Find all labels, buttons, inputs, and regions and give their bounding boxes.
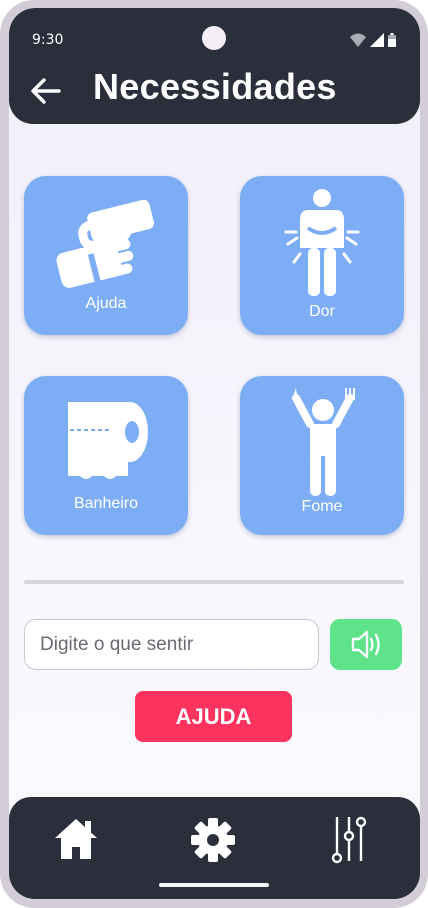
camera-cutout bbox=[202, 26, 226, 50]
screen: 9:30 Necessidades Ajuda Dor Banheiro Fom… bbox=[9, 8, 420, 899]
tile-label-ajuda: Ajuda bbox=[85, 295, 127, 312]
tile-label-banheiro: Banheiro bbox=[73, 495, 139, 512]
arrow-left-icon[interactable] bbox=[29, 74, 63, 108]
divider bbox=[24, 580, 404, 584]
tile-fome[interactable]: Fome bbox=[240, 376, 404, 535]
status-icons bbox=[350, 33, 396, 47]
status-time: 9:30 bbox=[32, 32, 64, 48]
speaker-icon bbox=[351, 630, 380, 659]
tile-ajuda[interactable]: Ajuda bbox=[24, 176, 188, 335]
nav-home[interactable] bbox=[47, 811, 107, 865]
gear-icon bbox=[191, 818, 235, 862]
tile-banheiro[interactable]: Banheiro bbox=[24, 376, 188, 535]
feeling-input[interactable] bbox=[24, 619, 319, 670]
pain-person-icon bbox=[284, 189, 360, 296]
gesture-bar[interactable] bbox=[159, 883, 269, 887]
handshake-icon bbox=[56, 200, 154, 288]
signal-icon bbox=[370, 33, 384, 47]
tile-label-fome: Fome bbox=[301, 498, 343, 515]
app-bar: 9:30 Necessidades bbox=[9, 8, 420, 124]
nav-adjustments[interactable] bbox=[319, 811, 379, 865]
home-icon bbox=[55, 819, 97, 859]
tile-dor[interactable]: Dor bbox=[240, 176, 404, 335]
bottom-nav bbox=[9, 797, 420, 899]
page-title: Necessidades bbox=[93, 66, 337, 107]
speak-button[interactable] bbox=[330, 619, 402, 670]
phone-frame: 9:30 Necessidades Ajuda Dor Banheiro Fom… bbox=[0, 0, 428, 908]
help-button[interactable]: AJUDA bbox=[135, 691, 292, 742]
nav-settings[interactable] bbox=[184, 811, 244, 865]
sliders-icon bbox=[331, 816, 367, 864]
battery-icon bbox=[388, 33, 396, 47]
toilet-paper-icon bbox=[68, 402, 148, 479]
hungry-person-icon bbox=[292, 388, 355, 496]
wifi-icon bbox=[350, 33, 366, 47]
tile-label-dor: Dor bbox=[309, 303, 335, 320]
